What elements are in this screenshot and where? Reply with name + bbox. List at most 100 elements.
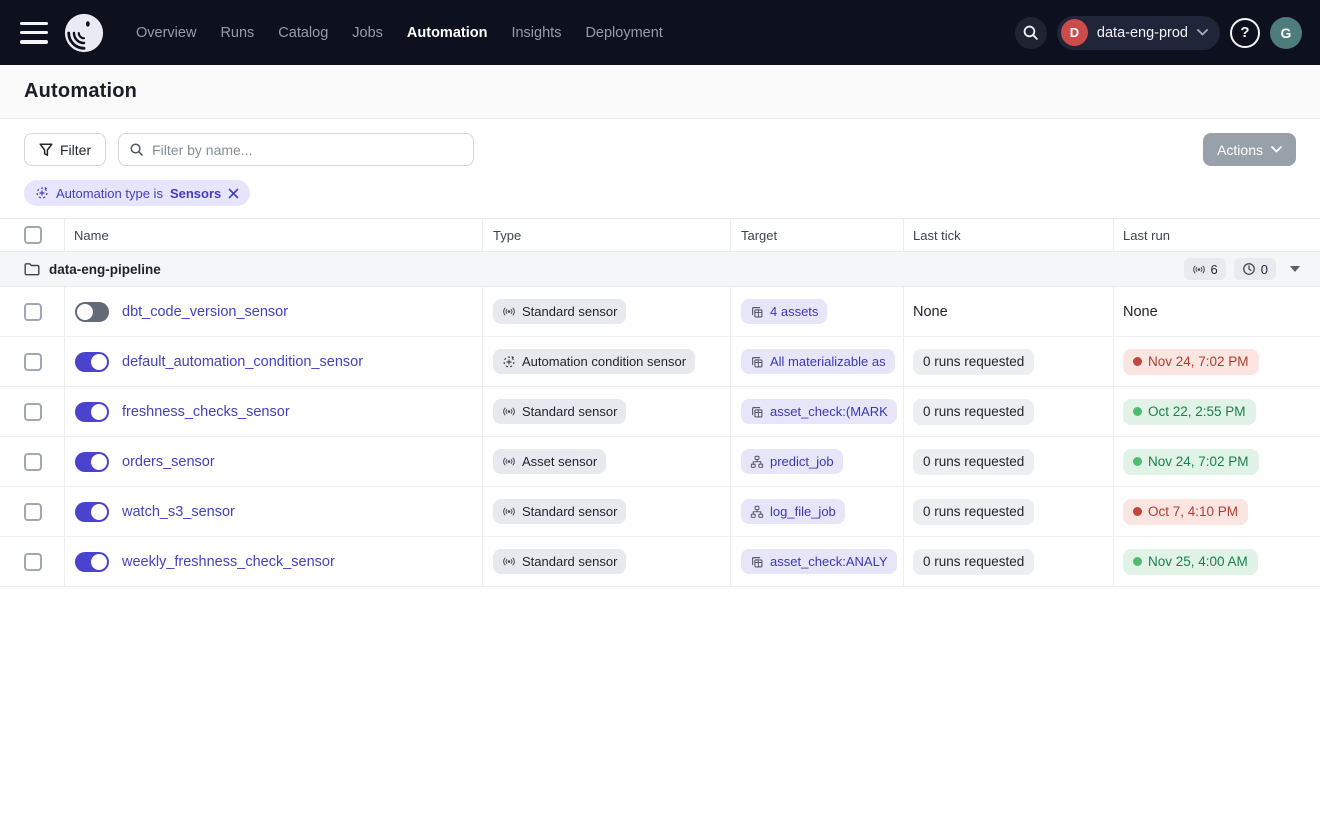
automation-condition-icon xyxy=(502,355,516,369)
sensor-count: 6 xyxy=(1211,262,1218,277)
sensor-name-link[interactable]: dbt_code_version_sensor xyxy=(122,304,288,320)
run-status-dot-icon xyxy=(1133,407,1142,416)
row-checkbox[interactable] xyxy=(24,303,42,321)
avatar[interactable]: G xyxy=(1270,17,1302,49)
last-tick-badge: 0 runs requested xyxy=(913,549,1034,575)
search-icon[interactable] xyxy=(1015,17,1047,49)
nav-right: D data-eng-prod ? G xyxy=(1015,16,1302,50)
nav-item-jobs[interactable]: Jobs xyxy=(342,17,393,49)
filter-chip-automation-type[interactable]: Automation type is Sensors xyxy=(24,180,250,206)
sensor-icon xyxy=(1192,263,1206,276)
sensor-type-badge: Standard sensor xyxy=(493,499,626,524)
column-header-last-run[interactable]: Last run xyxy=(1113,219,1320,251)
last-run-status-badge[interactable]: Nov 24, 7:02 PM xyxy=(1123,349,1259,375)
table-header-row: Name Type Target Last tick Last run xyxy=(0,219,1320,252)
filter-button[interactable]: Filter xyxy=(24,133,106,166)
last-run-status-badge[interactable]: Oct 7, 4:10 PM xyxy=(1123,499,1248,525)
filter-chip-label: Automation type is xyxy=(56,186,163,201)
last-run-status-badge[interactable]: Nov 24, 7:02 PM xyxy=(1123,449,1259,475)
name-filter-field[interactable] xyxy=(118,133,474,166)
sensor-enabled-toggle[interactable] xyxy=(75,502,109,522)
asset-icon xyxy=(750,555,764,569)
sensor-enabled-toggle[interactable] xyxy=(75,552,109,572)
row-checkbox[interactable] xyxy=(24,503,42,521)
sensor-name-link[interactable]: freshness_checks_sensor xyxy=(122,404,290,420)
filter-chip-value: Sensors xyxy=(170,186,221,201)
sensor-name-link[interactable]: default_automation_condition_sensor xyxy=(122,354,363,370)
job-icon xyxy=(750,505,764,519)
nav-item-deployment[interactable]: Deployment xyxy=(575,17,672,49)
nav-item-insights[interactable]: Insights xyxy=(501,17,571,49)
sensor-icon xyxy=(502,405,516,418)
actions-button[interactable]: Actions xyxy=(1203,133,1296,166)
nav-item-automation[interactable]: Automation xyxy=(397,17,498,49)
sensor-name-link[interactable]: watch_s3_sensor xyxy=(122,504,235,520)
row-checkbox[interactable] xyxy=(24,553,42,571)
select-all-checkbox[interactable] xyxy=(24,226,42,244)
target-link-badge[interactable]: asset_check:(MARK xyxy=(741,399,897,424)
last-run-status-badge[interactable]: Nov 25, 4:00 AM xyxy=(1123,549,1258,575)
table-row: default_automation_condition_sensor Autom… xyxy=(0,337,1320,387)
target-link-badge[interactable]: log_file_job xyxy=(741,499,845,524)
sensor-name-link[interactable]: weekly_freshness_check_sensor xyxy=(122,554,335,570)
name-filter-input[interactable] xyxy=(152,142,463,158)
run-status-dot-icon xyxy=(1133,557,1142,566)
last-tick-badge: 0 runs requested xyxy=(913,449,1034,475)
job-icon xyxy=(750,455,764,469)
top-nav: Overview Runs Catalog Jobs Automation In… xyxy=(0,0,1320,65)
repo-group-row[interactable]: data-eng-pipeline 6 0 xyxy=(0,252,1320,287)
row-checkbox[interactable] xyxy=(24,453,42,471)
last-tick-badge: 0 runs requested xyxy=(913,499,1034,525)
nav-item-overview[interactable]: Overview xyxy=(126,17,206,49)
collapse-group-icon[interactable] xyxy=(1290,266,1300,272)
workspace-name: data-eng-prod xyxy=(1097,25,1188,41)
sensor-count-badge: 6 xyxy=(1184,258,1226,280)
workspace-switcher[interactable]: D data-eng-prod xyxy=(1057,16,1220,50)
sensor-enabled-toggle[interactable] xyxy=(75,352,109,372)
table-body: dbt_code_version_sensor Standard sensor 4 … xyxy=(0,287,1320,587)
table-row: weekly_freshness_check_sensorStandard se… xyxy=(0,537,1320,587)
sensor-enabled-toggle[interactable] xyxy=(75,402,109,422)
column-header-last-tick[interactable]: Last tick xyxy=(903,219,1113,251)
chevron-down-icon xyxy=(1271,146,1282,153)
target-link-badge[interactable]: All materializable as xyxy=(741,349,895,374)
hamburger-menu-icon[interactable] xyxy=(20,22,48,44)
help-icon[interactable]: ? xyxy=(1230,18,1260,48)
last-tick-badge: 0 runs requested xyxy=(913,399,1034,425)
column-header-name[interactable]: Name xyxy=(64,219,482,251)
row-checkbox[interactable] xyxy=(24,353,42,371)
last-tick-badge: 0 runs requested xyxy=(913,349,1034,375)
search-icon xyxy=(129,142,144,157)
automation-condition-icon xyxy=(35,186,49,200)
nav-item-catalog[interactable]: Catalog xyxy=(268,17,338,49)
target-link-badge[interactable]: asset_check:ANALY xyxy=(741,549,897,574)
actions-button-label: Actions xyxy=(1217,142,1263,158)
column-header-type[interactable]: Type xyxy=(482,219,730,251)
workspace-badge: D xyxy=(1061,19,1088,46)
schedule-count-badge: 0 xyxy=(1234,258,1276,280)
row-checkbox[interactable] xyxy=(24,403,42,421)
nav-item-runs[interactable]: Runs xyxy=(210,17,264,49)
column-header-target[interactable]: Target xyxy=(730,219,903,251)
last-tick-value: None xyxy=(913,304,948,320)
target-link-badge[interactable]: predict_job xyxy=(741,449,843,474)
dagster-logo-icon[interactable] xyxy=(62,11,106,55)
sensor-enabled-toggle[interactable] xyxy=(75,452,109,472)
sensor-type-badge: Standard sensor xyxy=(493,299,626,324)
clock-icon xyxy=(1242,262,1256,276)
target-link-badge[interactable]: 4 assets xyxy=(741,299,827,324)
sensor-icon xyxy=(502,455,516,468)
toolbar: Filter Actions xyxy=(0,119,1320,176)
sensor-type-badge: Automation condition sensor xyxy=(493,349,695,374)
last-run-status-badge[interactable]: Oct 22, 2:55 PM xyxy=(1123,399,1256,425)
repo-group-name: data-eng-pipeline xyxy=(49,262,161,277)
sensor-enabled-toggle[interactable] xyxy=(75,302,109,322)
sensor-icon xyxy=(502,505,516,518)
run-status-dot-icon xyxy=(1133,357,1142,366)
automations-table: Name Type Target Last tick Last run data… xyxy=(0,218,1320,587)
folder-icon xyxy=(24,262,40,276)
nav-items: Overview Runs Catalog Jobs Automation In… xyxy=(126,17,673,49)
sensor-name-link[interactable]: orders_sensor xyxy=(122,454,215,470)
asset-icon xyxy=(750,405,764,419)
remove-filter-icon[interactable] xyxy=(228,188,239,199)
